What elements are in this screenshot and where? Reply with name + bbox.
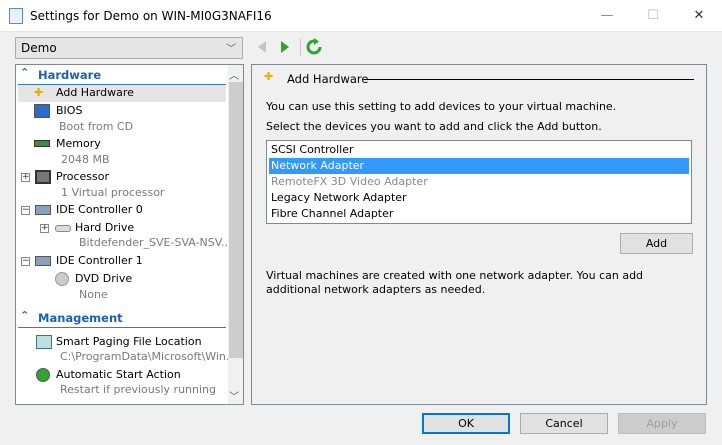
tree-item-memory[interactable]: Memory [16, 137, 226, 153]
ide-controller-icon [35, 205, 51, 215]
intro-text: You can use this setting to add devices … [266, 100, 617, 113]
tree-item-ide-controller-0[interactable]: − IDE Controller 0 [16, 203, 226, 219]
memory-value: 2048 MB [61, 153, 110, 166]
close-button[interactable]: ✕ [676, 0, 722, 32]
title-divider [364, 79, 694, 80]
scroll-up-icon[interactable]: ︿ [229, 67, 239, 82]
tree-item-dvd-drive[interactable]: DVD Drive [16, 272, 226, 288]
memory-icon [34, 140, 50, 147]
device-option[interactable]: SCSI Controller [269, 142, 689, 158]
scroll-down-icon[interactable]: ﹀ [229, 388, 239, 403]
tree-item-add-hardware[interactable]: ✚ Add Hardware [16, 86, 226, 102]
tree-item-automatic-start[interactable]: Automatic Start Action [16, 368, 226, 384]
window-title: Settings for Demo on WIN-MI0G3NAFI16 [30, 9, 272, 23]
collapse-icon: ⌃ [20, 309, 30, 322]
collapse-icon[interactable]: − [21, 206, 30, 215]
ok-button[interactable]: OK [422, 413, 510, 434]
device-option[interactable]: Legacy Network Adapter [269, 190, 689, 206]
dvd-drive-value: None [79, 288, 108, 301]
automatic-start-value: Restart if previously running [60, 383, 216, 396]
settings-tree: ⌃ Hardware ✚ Add Hardware BIOS Boot from C… [15, 64, 244, 405]
settings-detail-panel: ✚ Add Hardware You can use this setting … [251, 64, 707, 405]
hardware-section-header[interactable]: ⌃ Hardware [18, 66, 226, 85]
refresh-icon[interactable] [305, 38, 323, 56]
settings-app-icon [9, 8, 23, 24]
add-hardware-icon: ✚ [264, 70, 274, 83]
toolbar-separator [300, 38, 301, 56]
scrollbar-thumb[interactable] [229, 82, 243, 358]
instruction-text: Select the devices you want to add and c… [266, 120, 602, 133]
device-option-disabled: RemoteFX 3D Video Adapter [271, 175, 428, 188]
processor-icon [35, 170, 51, 184]
tree-item-smart-paging[interactable]: Smart Paging File Location [16, 335, 226, 351]
ide-controller-icon [35, 256, 51, 266]
chevron-down-icon: ﹀ [226, 44, 236, 55]
section-title: Add Hardware [287, 72, 369, 86]
smart-paging-value: C:\ProgramData\Microsoft\Win... [60, 350, 237, 363]
processor-value: 1 Virtual processor [61, 186, 165, 199]
expand-icon[interactable]: + [40, 224, 49, 233]
add-button[interactable]: Add [620, 233, 693, 254]
hard-drive-icon [55, 225, 71, 232]
dvd-icon [55, 272, 69, 286]
bios-value: Boot from CD [59, 120, 134, 133]
expand-icon[interactable]: + [21, 173, 30, 182]
device-option-selected[interactable]: Network Adapter [269, 158, 689, 174]
arrow-left-icon[interactable] [256, 39, 268, 55]
automatic-start-icon [36, 368, 50, 382]
maximize-button[interactable]: ☐ [630, 0, 676, 32]
tree-item-processor[interactable]: + Processor [16, 170, 226, 186]
hard-drive-value: Bitdefender_SVE-SVA-NSV... [79, 236, 232, 249]
tree-item-bios[interactable]: BIOS [16, 104, 226, 120]
device-list[interactable]: SCSI Controller Network Adapter RemoteFX… [266, 140, 692, 224]
tree-item-ide-controller-1[interactable]: − IDE Controller 1 [16, 254, 226, 270]
note-text: Virtual machines are created with one ne… [266, 269, 644, 296]
collapse-icon[interactable]: − [21, 257, 30, 266]
collapse-icon: ⌃ [20, 66, 30, 79]
cancel-button[interactable]: Cancel [520, 413, 608, 434]
vm-selector-dropdown[interactable]: Demo ﹀ [15, 37, 243, 59]
apply-button: Apply [618, 413, 706, 434]
minimize-button[interactable]: — [584, 0, 630, 32]
tree-item-hard-drive[interactable]: + Hard Drive [16, 221, 226, 237]
title-bar: Settings for Demo on WIN-MI0G3NAFI16 — ☐… [0, 0, 722, 32]
bios-icon [34, 104, 50, 118]
vm-selector-value: Demo [21, 41, 57, 55]
arrow-right-icon[interactable] [279, 39, 291, 55]
device-option[interactable]: Fibre Channel Adapter [269, 206, 689, 222]
management-section-header[interactable]: ⌃ Management [18, 309, 226, 328]
add-hardware-icon: ✚ [34, 86, 44, 99]
smart-paging-icon [36, 335, 52, 349]
